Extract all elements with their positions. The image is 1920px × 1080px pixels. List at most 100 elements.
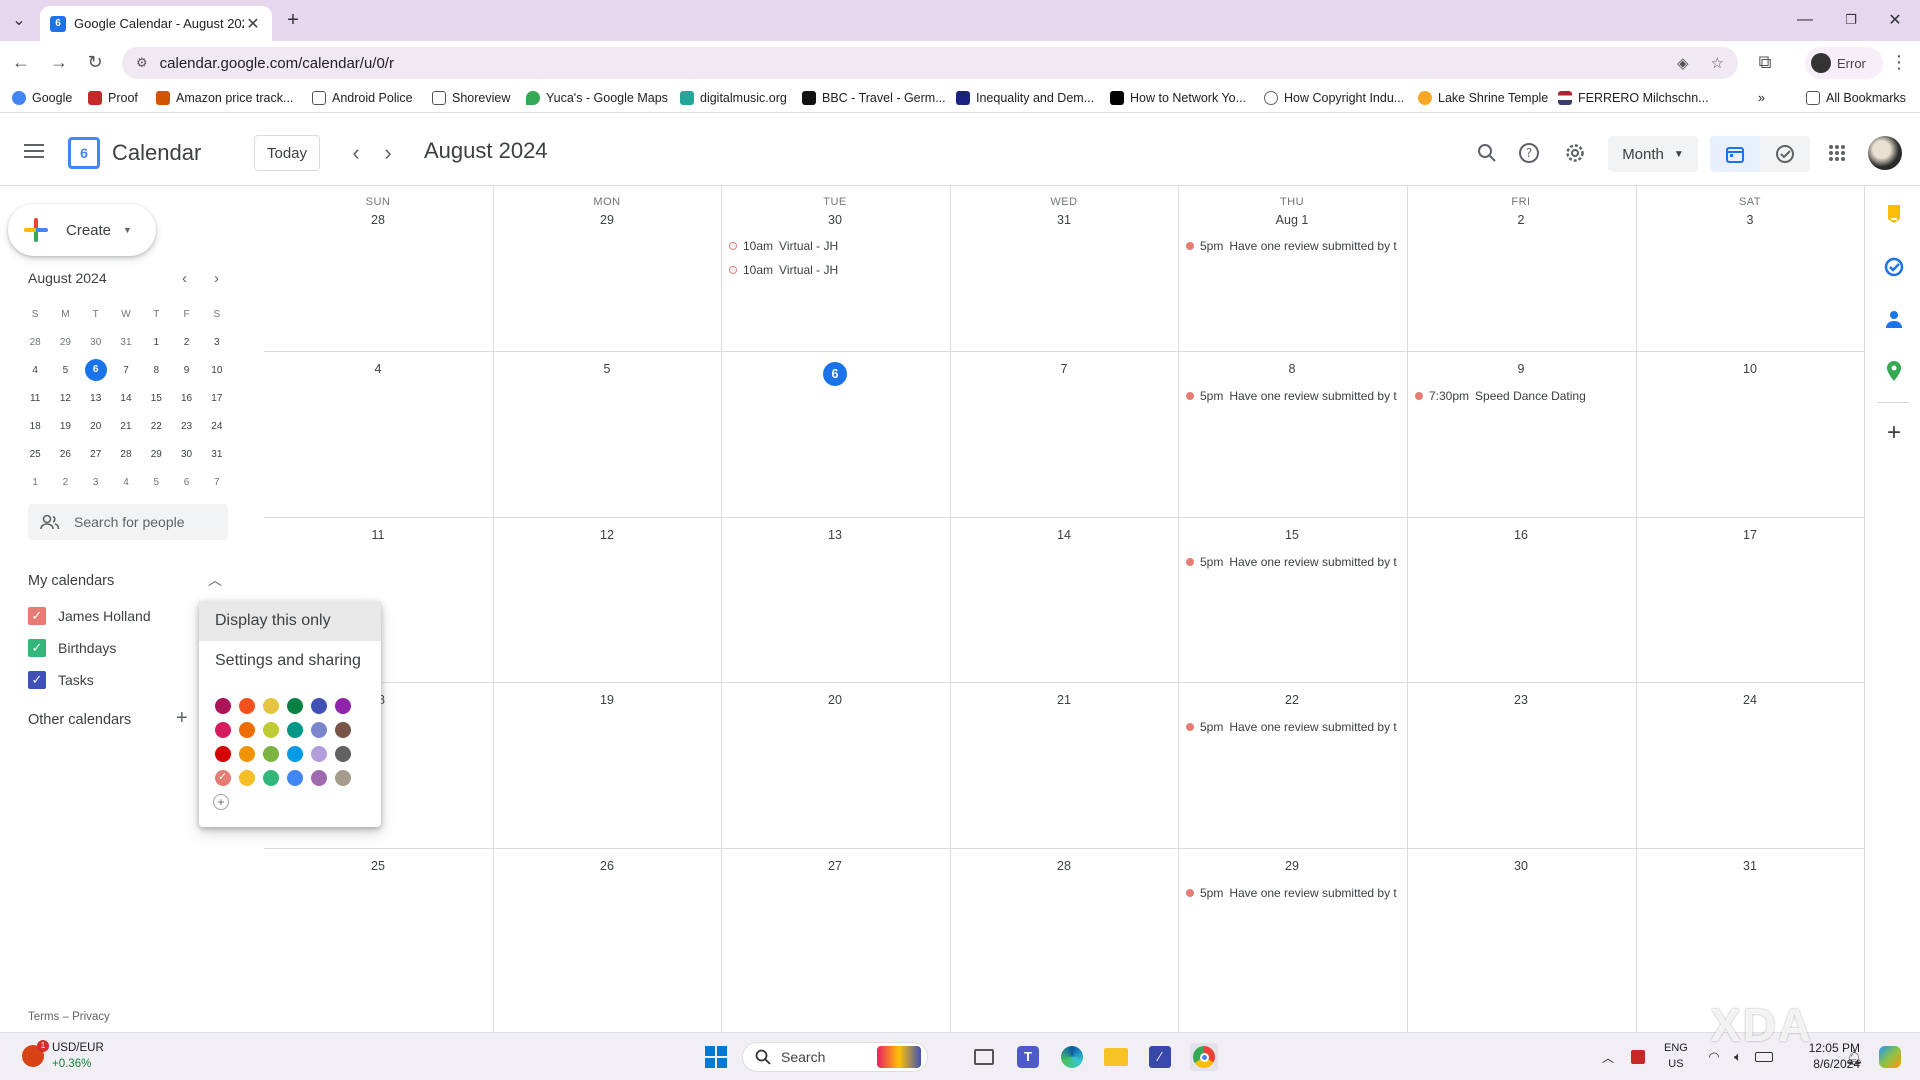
mini-day-cell[interactable]: 2 (50, 477, 80, 488)
date-number[interactable]: 13 (828, 528, 842, 542)
mini-day-cell[interactable]: 4 (20, 365, 50, 376)
copilot-icon[interactable] (1876, 1043, 1904, 1071)
mini-day-cell[interactable]: 23 (171, 421, 201, 432)
mini-day-cell[interactable]: 8 (141, 365, 171, 376)
date-number[interactable]: 15 (1285, 528, 1299, 542)
new-tab-icon[interactable]: + (278, 6, 308, 34)
color-swatch[interactable] (263, 746, 279, 762)
color-swatch[interactable] (287, 746, 303, 762)
color-swatch-selected[interactable] (215, 770, 231, 786)
date-number[interactable]: 9 (1518, 362, 1525, 376)
mini-day-cell[interactable]: 28 (111, 449, 141, 460)
mini-day-cell[interactable]: 3 (202, 337, 232, 348)
date-number[interactable]: 24 (1743, 693, 1757, 707)
mini-day-cell[interactable]: 1 (141, 337, 171, 348)
date-number[interactable]: 12 (600, 528, 614, 542)
main-menu-icon[interactable] (24, 144, 44, 162)
today-button[interactable]: Today (254, 135, 320, 171)
date-number[interactable]: 26 (600, 859, 614, 873)
mini-day-cell[interactable]: 6 (171, 477, 201, 488)
color-swatch[interactable] (263, 698, 279, 714)
file-explorer-icon[interactable] (1102, 1043, 1130, 1071)
edge-icon[interactable] (1058, 1043, 1086, 1071)
calendar-view-toggle[interactable] (1710, 136, 1760, 172)
mini-day-cell[interactable]: 16 (171, 393, 201, 404)
lens-icon[interactable]: ◈ (1677, 54, 1689, 72)
color-swatch[interactable] (263, 722, 279, 738)
day-cell[interactable] (1636, 186, 1865, 351)
profile-error-chip[interactable]: Error (1805, 47, 1883, 79)
back-arrow-icon[interactable]: ← (8, 49, 34, 75)
tab-search-chevron-icon[interactable]: ⌄ (4, 6, 34, 34)
currency-widget[interactable]: 1 USD/EUR +0.36% (22, 1040, 104, 1072)
collapse-chevron-up-icon[interactable]: ︿ (208, 570, 222, 590)
color-swatch[interactable] (335, 770, 351, 786)
maps-icon[interactable] (1883, 360, 1905, 382)
bookmark-item[interactable]: FERRERO Milchschn... (1558, 91, 1709, 105)
bookmark-item[interactable]: digitalmusic.org (680, 91, 787, 105)
mini-day-cell[interactable]: 29 (50, 337, 80, 348)
date-number[interactable]: 27 (828, 859, 842, 873)
bookmark-item[interactable]: Inequality and Dem... (956, 91, 1094, 105)
bookmark-item[interactable]: Android Police (312, 91, 413, 105)
mini-next-month-icon[interactable]: › (214, 270, 219, 287)
tray-app-icon[interactable] (1624, 1043, 1652, 1071)
tasks-icon[interactable] (1883, 256, 1905, 278)
mini-day-cell[interactable]: 29 (141, 449, 171, 460)
contacts-icon[interactable] (1883, 308, 1905, 330)
browser-tab-calendar[interactable]: 6 Google Calendar - August 2024 ✕ (40, 6, 272, 41)
mini-day-cell[interactable]: 3 (81, 477, 111, 488)
add-custom-color-icon[interactable]: + (213, 794, 229, 810)
reload-icon[interactable]: ↻ (82, 49, 108, 75)
calendar-event[interactable]: 5pm Have one review submitted by t (1186, 883, 1399, 903)
bookmark-item[interactable]: How to Network Yo... (1110, 91, 1246, 105)
date-number[interactable]: 29 (600, 213, 614, 227)
mini-day-cell[interactable]: 27 (81, 449, 111, 460)
color-swatch[interactable] (215, 698, 231, 714)
date-number[interactable]: 30 (828, 213, 842, 227)
input-language[interactable]: ENG US (1664, 1040, 1688, 1072)
mini-day-cell[interactable]: 1 (20, 477, 50, 488)
today-date-number[interactable]: 6 (823, 362, 847, 386)
my-calendars-heading[interactable]: My calendars (28, 573, 114, 589)
mini-day-cell[interactable]: 5 (141, 477, 171, 488)
terms-privacy-links[interactable]: Terms – Privacy (28, 1011, 110, 1023)
restore-window-icon[interactable]: ❐ (1836, 6, 1866, 34)
date-number[interactable]: 31 (1743, 859, 1757, 873)
address-bar[interactable]: ⚙ calendar.google.com/calendar/u/0/r ◈ ☆ (122, 47, 1738, 79)
day-cell[interactable] (264, 186, 493, 351)
tray-chevron-up-icon[interactable]: ︿ (1594, 1043, 1622, 1071)
mini-day-cell[interactable]: 20 (81, 421, 111, 432)
mini-day-cell[interactable]: 30 (81, 337, 111, 348)
mini-prev-month-icon[interactable]: ‹ (182, 270, 187, 287)
date-number[interactable]: 2 (1518, 213, 1525, 227)
color-swatch[interactable] (215, 746, 231, 762)
bookmark-item[interactable]: Yuca's - Google Maps (526, 91, 668, 105)
mini-day-cell[interactable]: 14 (111, 393, 141, 404)
bookmark-item[interactable]: Shoreview (432, 91, 510, 105)
mini-day-cell[interactable]: 25 (20, 449, 50, 460)
extensions-icon[interactable]: ⧉ (1752, 49, 1778, 75)
mini-day-cell[interactable]: 15 (141, 393, 171, 404)
calendar-event[interactable]: 5pm Have one review submitted by t (1186, 552, 1399, 572)
next-period-icon[interactable]: › (376, 140, 400, 166)
mini-day-cell[interactable]: 30 (171, 449, 201, 460)
calendar-item-birthdays[interactable]: ✓ Birthdays (28, 639, 116, 657)
user-avatar[interactable] (1868, 136, 1902, 170)
color-swatch[interactable] (239, 722, 255, 738)
color-swatch[interactable] (287, 698, 303, 714)
color-swatch[interactable] (239, 698, 255, 714)
date-number[interactable]: 30 (1514, 859, 1528, 873)
close-window-icon[interactable]: ✕ (1880, 6, 1910, 34)
date-number[interactable]: 28 (371, 213, 385, 227)
close-tab-icon[interactable]: ✕ (244, 14, 262, 34)
calendar-event[interactable]: 5pm Have one review submitted by t (1186, 386, 1399, 406)
taskbar-search-box[interactable]: Search (742, 1042, 928, 1072)
bookmark-item[interactable]: How Copyright Indu... (1264, 91, 1404, 105)
mini-day-cell[interactable]: 11 (20, 393, 50, 404)
mini-day-cell[interactable]: 22 (141, 421, 171, 432)
add-addon-icon[interactable]: + (1883, 419, 1905, 446)
mini-day-cell[interactable]: 13 (81, 393, 111, 404)
date-number[interactable]: 25 (371, 859, 385, 873)
notifications-bell-icon[interactable]: 🔔︎ (1840, 1043, 1868, 1071)
